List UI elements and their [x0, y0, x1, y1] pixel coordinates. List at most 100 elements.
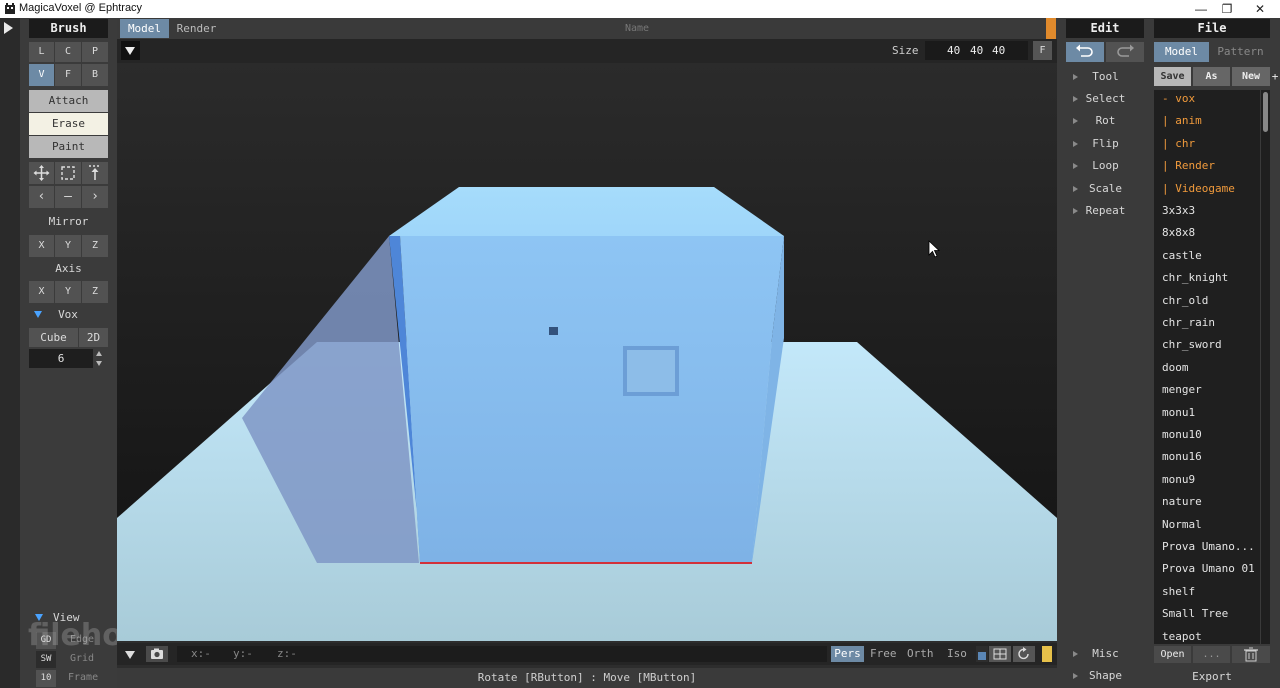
view-sw-button[interactable]: SW [36, 651, 56, 668]
list-item[interactable]: doom [1162, 357, 1189, 379]
tab-model[interactable]: Model [120, 19, 169, 38]
close-button[interactable]: ✕ [1243, 0, 1277, 18]
edit-flip-item[interactable]: Flip [1063, 134, 1148, 154]
align-top-button[interactable] [82, 162, 108, 184]
axis-x[interactable]: X [29, 281, 54, 303]
redo-button[interactable] [1106, 42, 1144, 62]
maximize-button[interactable]: ❐ [1210, 0, 1244, 18]
list-item[interactable]: chr_knight [1162, 267, 1228, 289]
camera-iso-button[interactable]: Iso [947, 647, 967, 660]
camera-pers-button[interactable]: Pers [831, 646, 864, 662]
list-item[interactable]: Prova Umano... [1162, 536, 1255, 558]
plus-icon[interactable]: + [1271, 67, 1279, 86]
view-grid-label[interactable]: Grid [70, 653, 94, 664]
minus-button[interactable]: – [55, 186, 81, 208]
list-item[interactable]: 3x3x3 [1162, 200, 1195, 222]
list-item[interactable]: 8x8x8 [1162, 222, 1195, 244]
fit-button[interactable]: F [1033, 41, 1052, 60]
model-name-field[interactable]: Name [227, 20, 1047, 38]
vox-size-input[interactable]: 6 [29, 349, 93, 368]
brush-mode-c[interactable]: C [55, 42, 81, 62]
list-item[interactable]: | anim [1162, 110, 1202, 132]
list-item[interactable]: nature [1162, 491, 1202, 513]
list-item[interactable]: teapot [1162, 626, 1202, 644]
more-button[interactable]: ... [1193, 646, 1230, 663]
list-item[interactable]: monu10 [1162, 424, 1202, 446]
undo-button[interactable] [1066, 42, 1104, 62]
list-item[interactable]: shelf [1162, 581, 1195, 603]
mirror-z[interactable]: Z [82, 235, 108, 257]
brush-mode-v[interactable]: V [29, 64, 54, 86]
paint-button[interactable]: Paint [29, 136, 108, 158]
viewport-menu-button[interactable] [121, 41, 140, 60]
view-frame-value[interactable]: 10 [36, 670, 56, 687]
vox-expand-icon[interactable] [34, 311, 42, 318]
list-item[interactable]: chr_sword [1162, 334, 1222, 356]
screenshot-button[interactable] [146, 646, 168, 662]
file-list[interactable]: - vox | anim | chr | Render | Videogame … [1154, 90, 1260, 644]
edit-loop-item[interactable]: Loop [1063, 156, 1148, 176]
move-tool-button[interactable] [29, 162, 54, 184]
bottom-menu-icon[interactable] [125, 651, 135, 659]
edit-tool-item[interactable]: Tool [1063, 67, 1148, 87]
export-button[interactable]: Export [1154, 668, 1270, 686]
edit-rot-item[interactable]: Rot [1063, 111, 1148, 131]
prev-button[interactable]: ‹ [29, 186, 54, 208]
attach-button[interactable]: Attach [29, 90, 108, 112]
axis-z[interactable]: Z [82, 281, 108, 303]
list-item[interactable]: menger [1162, 379, 1202, 401]
edit-misc-item[interactable]: Misc [1063, 644, 1148, 664]
list-item[interactable]: Prova Umano 01 [1162, 558, 1255, 580]
mirror-y[interactable]: Y [55, 235, 81, 257]
save-button[interactable]: Save [1154, 67, 1191, 86]
3d-scene[interactable] [117, 63, 1057, 641]
list-item[interactable]: | chr [1162, 133, 1195, 155]
brush-mode-p[interactable]: P [82, 42, 108, 62]
list-item[interactable]: - vox [1162, 90, 1195, 110]
file-list-scrollbar[interactable] [1261, 90, 1270, 644]
list-item[interactable]: chr_rain [1162, 312, 1215, 334]
list-item[interactable]: castle [1162, 245, 1202, 267]
edit-select-item[interactable]: Select [1063, 89, 1148, 109]
next-button[interactable]: › [82, 186, 108, 208]
stepper-down-icon[interactable] [96, 361, 102, 366]
list-item[interactable]: | Render [1162, 155, 1215, 177]
grid-view-button[interactable] [989, 646, 1011, 662]
scrollbar-thumb[interactable] [1263, 92, 1268, 132]
stepper-up-icon[interactable] [96, 351, 102, 356]
list-item[interactable]: chr_old [1162, 290, 1208, 312]
size-x[interactable]: 40 [947, 44, 960, 57]
size-y[interactable]: 40 [970, 44, 983, 57]
edit-repeat-item[interactable]: Repeat [1063, 201, 1148, 221]
play-icon[interactable] [4, 22, 13, 34]
delete-button[interactable] [1232, 646, 1270, 663]
list-item[interactable]: monu9 [1162, 469, 1195, 491]
brush-mode-f[interactable]: F [55, 64, 81, 86]
list-item[interactable]: monu1 [1162, 402, 1195, 424]
save-as-button[interactable]: As [1193, 67, 1230, 86]
list-item[interactable]: Small Tree [1162, 603, 1228, 625]
view-frame-label[interactable]: Frame [68, 672, 98, 683]
vox-2d-button[interactable]: 2D [79, 328, 108, 347]
mirror-x[interactable]: X [29, 235, 54, 257]
file-tab-model[interactable]: Model [1154, 42, 1209, 62]
vox-cube-button[interactable]: Cube [29, 328, 78, 347]
edit-scale-item[interactable]: Scale [1063, 179, 1148, 199]
brush-mode-l[interactable]: L [29, 42, 54, 62]
list-item[interactable]: monu16 [1162, 446, 1202, 468]
new-button[interactable]: New [1232, 67, 1270, 86]
brush-mode-b[interactable]: B [82, 64, 108, 86]
edit-shape-item[interactable]: Shape [1063, 666, 1148, 686]
reset-view-button[interactable] [1013, 646, 1035, 662]
list-item[interactable]: | Videogame [1162, 178, 1235, 200]
erase-button[interactable]: Erase [29, 113, 108, 135]
open-button[interactable]: Open [1154, 646, 1191, 663]
size-field[interactable]: 40 40 40 [925, 41, 1028, 60]
select-box-button[interactable] [55, 162, 81, 184]
camera-orth-button[interactable]: Orth [907, 647, 934, 660]
list-item[interactable]: Normal [1162, 514, 1202, 536]
file-tab-pattern[interactable]: Pattern [1211, 42, 1270, 62]
size-z[interactable]: 40 [992, 44, 1005, 57]
camera-free-button[interactable]: Free [870, 647, 897, 660]
axis-y[interactable]: Y [55, 281, 81, 303]
